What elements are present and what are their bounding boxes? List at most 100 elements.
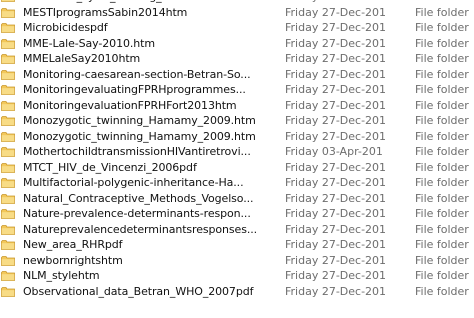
file-row[interactable]: Monozygotic_twinning_Hamamy_2009.htm Frid… xyxy=(0,129,474,145)
date-modified: Friday 27-Dec-201 xyxy=(285,36,387,50)
date-modified: Friday 27-Dec-201 xyxy=(285,98,387,112)
file-row[interactable]: MonitoringevaluatingFPRHprogrammes... Fri… xyxy=(0,82,474,98)
file-type: File folder xyxy=(415,191,469,205)
file-type: File folder xyxy=(415,145,469,158)
date-modified: Friday 27-Dec-201 xyxy=(285,0,403,3)
date-modified: Friday 27-Dec-201 xyxy=(285,238,387,251)
file-name[interactable]: MME-Lale-Say-2010.htm xyxy=(23,37,271,50)
folder-icon xyxy=(1,38,15,49)
date-modified: Friday 27-Dec-201 xyxy=(285,83,387,96)
file-row[interactable]: Nature-prevalence-determinants-respon...… xyxy=(0,206,474,222)
file-type: File folder xyxy=(415,0,474,3)
file-type: File folder xyxy=(415,98,469,112)
file-name[interactable]: MTCT_HIV_de_Vincenzi_2006pdf xyxy=(23,161,271,174)
date-modified: Friday 27-Dec-201 xyxy=(285,222,387,236)
file-name[interactable]: Monozygotic_twinning_Hamamy_2009.htm xyxy=(23,114,271,127)
file-explorer-window: Menstrual_cycle_Pralong_2009.htm Friday 2… xyxy=(0,0,474,318)
file-row[interactable]: Observational_data_Betran_WHO_2007pdf Fri… xyxy=(0,284,474,300)
file-name[interactable]: Monozygotic_twinning_Hamamy_2009.htm xyxy=(23,130,271,143)
file-type: File folder xyxy=(415,67,469,81)
file-name[interactable]: newbornrightshtm xyxy=(23,254,271,267)
file-row[interactable]: newbornrightshtm Friday 27-Dec-201 File fo… xyxy=(0,253,474,269)
date-modified: Friday 27-Dec-201 xyxy=(285,191,387,205)
file-type: File folder xyxy=(415,238,469,251)
file-row[interactable]: Monitoring-caesarean-section-Betran-So..… xyxy=(0,67,474,83)
folder-icon xyxy=(1,209,15,219)
date-modified: Friday 27-Dec-201 xyxy=(285,176,387,189)
file-row[interactable]: MTCT_HIV_de_Vincenzi_2006pdf Friday 27-De… xyxy=(0,160,474,176)
file-row[interactable]: Microbicidespdf Friday 27-Dec-201 File fol… xyxy=(0,20,474,36)
date-modified: Friday 03-Apr-201 xyxy=(285,145,383,158)
folder-icon xyxy=(1,286,15,297)
folder-icon xyxy=(1,116,15,126)
file-type: File folder xyxy=(415,114,469,127)
file-name[interactable]: MESTIprogramsSabin2014htm xyxy=(23,6,271,19)
folder-icon xyxy=(1,255,15,266)
file-type: File folder xyxy=(415,52,469,65)
file-name[interactable]: Natureprevalencedeterminantsresponses... xyxy=(23,223,271,236)
folder-icon xyxy=(1,224,15,235)
file-type: File folder xyxy=(415,36,469,50)
file-type: File folder xyxy=(415,207,469,220)
file-name[interactable]: MothertochildtransmissionHIVantiretrovi.… xyxy=(23,145,271,158)
folder-icon xyxy=(1,162,15,173)
folder-icon xyxy=(1,178,15,188)
file-name[interactable]: Monitoring-caesarean-section-Betran-So..… xyxy=(23,68,271,81)
folder-icon xyxy=(1,7,15,18)
file-name[interactable]: Microbicidespdf xyxy=(23,21,271,34)
file-type: File folder xyxy=(415,21,469,34)
file-name[interactable]: MonitoringevaluatingFPRHprogrammes... xyxy=(23,83,271,96)
date-modified: Friday 27-Dec-201 xyxy=(285,253,387,267)
date-modified: Friday 27-Dec-201 xyxy=(285,129,387,143)
folder-icon xyxy=(1,147,15,157)
folder-icon xyxy=(1,0,15,2)
file-type: File folder xyxy=(415,284,469,298)
file-name[interactable]: Observational_data_Betran_WHO_2007pdf xyxy=(23,285,271,298)
file-type: File folder xyxy=(415,222,469,236)
folder-icon xyxy=(1,131,15,142)
file-name[interactable]: MMELaleSay2010htm xyxy=(23,52,271,65)
file-row[interactable]: Natureprevalencedeterminantsresponses...… xyxy=(0,222,474,238)
file-list: Menstrual_cycle_Pralong_2009.htm Friday 2… xyxy=(0,0,474,299)
file-type: File folder xyxy=(415,160,469,174)
file-type: File folder xyxy=(415,253,469,267)
date-modified: Friday 27-Dec-201 xyxy=(285,5,387,19)
file-type: File folder xyxy=(415,129,469,143)
date-modified: Friday 27-Dec-201 xyxy=(285,284,387,298)
folder-icon xyxy=(1,23,15,33)
file-row[interactable]: Multifactorial-polygenic-inheritance-Ha.… xyxy=(0,175,474,191)
file-row[interactable]: MESTIprogramsSabin2014htm Friday 27-Dec-2… xyxy=(0,5,474,21)
file-name[interactable]: Menstrual_cycle_Pralong_2009.htm xyxy=(23,0,271,3)
file-row[interactable]: MonitoringevaluationFPRHFort2013htm Frida… xyxy=(0,98,474,114)
file-row[interactable]: MothertochildtransmissionHIVantiretrovi.… xyxy=(0,144,474,160)
file-row[interactable]: Monozygotic_twinning_Hamamy_2009.htm Frid… xyxy=(0,113,474,129)
folder-icon xyxy=(1,193,15,204)
file-name[interactable]: Natural_Contraceptive_Methods_Vogelso... xyxy=(23,192,271,205)
file-type: File folder xyxy=(415,269,469,282)
date-modified: Friday 27-Dec-201 xyxy=(285,114,387,127)
file-name[interactable]: Multifactorial-polygenic-inheritance-Ha.… xyxy=(23,176,271,189)
folder-icon xyxy=(1,69,15,80)
file-name[interactable]: NLM_stylehtm xyxy=(23,269,271,282)
date-modified: Friday 27-Dec-201 xyxy=(285,160,387,174)
file-row[interactable]: NLM_stylehtm Friday 27-Dec-201 File folder xyxy=(0,268,474,284)
folder-icon xyxy=(1,85,15,95)
file-row[interactable]: MMELaleSay2010htm Friday 27-Dec-201 File f… xyxy=(0,51,474,67)
file-row[interactable]: New_area_RHRpdf Friday 27-Dec-201 File fol… xyxy=(0,237,474,253)
date-modified: Friday 27-Dec-201 xyxy=(285,21,387,34)
file-type: File folder xyxy=(415,83,469,96)
file-name[interactable]: Nature-prevalence-determinants-respon... xyxy=(23,207,271,220)
date-modified: Friday 27-Dec-201 xyxy=(285,269,387,282)
folder-icon xyxy=(1,100,15,111)
file-row[interactable]: MME-Lale-Say-2010.htm Friday 27-Dec-201 Fi… xyxy=(0,36,474,52)
file-row[interactable]: Natural_Contraceptive_Methods_Vogelso...… xyxy=(0,191,474,207)
file-type: File folder xyxy=(415,176,469,189)
folder-icon xyxy=(1,240,15,250)
date-modified: Friday 27-Dec-201 xyxy=(285,67,387,81)
date-modified: Friday 27-Dec-201 xyxy=(285,207,387,220)
date-modified: Friday 27-Dec-201 xyxy=(285,52,387,65)
file-type: File folder xyxy=(415,5,469,19)
file-name[interactable]: New_area_RHRpdf xyxy=(23,238,271,251)
file-name[interactable]: MonitoringevaluationFPRHFort2013htm xyxy=(23,99,271,112)
folder-icon xyxy=(1,54,15,64)
